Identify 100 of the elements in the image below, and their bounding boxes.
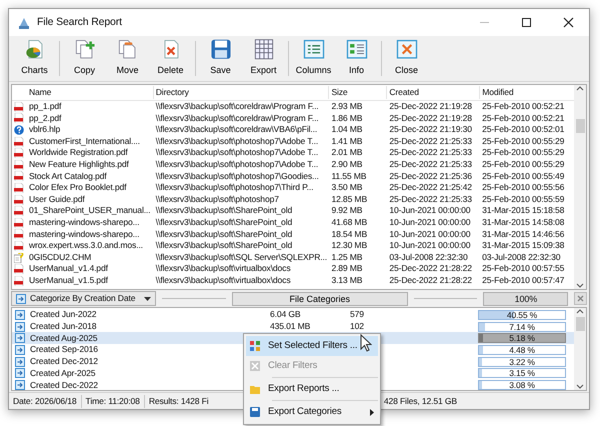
toolbar-button[interactable]: Columns <box>292 38 335 79</box>
pdf-icon <box>14 102 24 112</box>
count-cell-text: 102 <box>350 320 365 333</box>
pdf-icon <box>14 276 24 286</box>
close-icon <box>577 295 584 302</box>
category-label: Created Jun-2018 <box>29 320 98 333</box>
maximize-icon[interactable] <box>520 17 532 28</box>
modified-cell-text: 25-Feb-2010 00:55:29 <box>481 158 566 171</box>
toolbar-button[interactable]: Charts <box>13 38 56 79</box>
size-cell-text: 1.25 MB <box>330 252 364 264</box>
column-header[interactable]: Created <box>387 86 480 99</box>
size-cell-text: 1.86 MB <box>330 112 364 124</box>
category-label: Created Dec-2012 <box>29 355 99 368</box>
category-icon <box>15 368 25 378</box>
created-cell-text: 25-Dec-2022 21:25:33 <box>388 158 473 171</box>
column-header[interactable]: Name <box>26 86 154 99</box>
modified-cell-text: 03-Jul-2008 22:32:30 <box>481 252 562 264</box>
file-name: Color Efex Pro Booklet.pdf <box>28 182 128 194</box>
size-cell-text: 9.92 MB <box>330 205 364 217</box>
created-cell-text: 25-Dec-2022 21:28:22 <box>388 274 473 286</box>
file-name: Stock Art Catalog.pdf <box>28 170 108 182</box>
scroll-down-icon[interactable] <box>576 283 584 289</box>
directory-cell-text: \\flexsrv3\backup\soft\photoshop7\Adobe T... <box>154 158 320 171</box>
toolbar-button[interactable]: Info <box>335 38 378 79</box>
file-name: 01_SharePoint_USER_manual... <box>28 205 152 217</box>
pdf-icon <box>14 148 24 158</box>
menu-item[interactable]: Export Categories <box>246 402 378 422</box>
scroll-down-icon[interactable] <box>576 384 584 390</box>
toolbar-button[interactable]: Copy <box>63 38 106 79</box>
menu-item[interactable]: Export Reports ... <box>246 379 378 399</box>
modified-cell-text: 31-Mar-2015 14:58:08 <box>481 216 566 229</box>
size-cell-text: 435.01 MB <box>270 320 312 333</box>
toolbar-button[interactable]: Delete <box>149 38 192 79</box>
file-name: CustomerFirst_International.... <box>28 136 141 148</box>
close-button[interactable] <box>574 292 588 305</box>
percent-bar: 7.14 % <box>478 322 566 332</box>
scroll-up-icon[interactable] <box>576 85 584 91</box>
toolbar-button[interactable]: Close <box>385 38 428 79</box>
file-name: User Guide.pdf <box>28 194 86 206</box>
size-cell-text: 1.04 MB <box>330 124 364 136</box>
category-label: Created Jun-2022 <box>29 308 98 322</box>
scrollbar-thumb[interactable] <box>576 119 584 133</box>
toolbar-button[interactable]: Export <box>242 38 285 79</box>
column-header[interactable]: Directory <box>154 86 330 99</box>
directory-cell-text: \\flexsrv3\backup\soft\SharePoint_old <box>154 216 294 229</box>
modified-cell-text: 25-Feb-2010 00:55:59 <box>481 194 566 206</box>
pdf-icon <box>14 229 24 240</box>
category-dropdown[interactable]: Categorize By Creation Date <box>11 291 156 306</box>
size-cell-text: 3.13 MB <box>330 274 364 286</box>
created-cell-text: 25-Dec-2022 21:25:33 <box>388 194 473 206</box>
modified-cell-text: 31-Mar-2015 15:18:58 <box>481 205 566 217</box>
pdf-icon <box>14 264 24 274</box>
menu-item[interactable]: Set Selected Filters ... <box>246 336 378 356</box>
scroll-up-icon[interactable] <box>576 308 584 314</box>
created-cell-text: 03-Jul-2008 22:32:30 <box>388 252 469 264</box>
percent-bar: 5.18 % <box>478 333 566 344</box>
help-icon <box>14 124 24 135</box>
modified-cell-text: 25-Feb-2010 00:55:29 <box>481 147 566 159</box>
category-label: Created Dec-2022 <box>29 378 99 390</box>
pdf-icon <box>14 136 24 147</box>
pdf-icon <box>14 160 24 170</box>
created-cell-text: 10-Jun-2021 00:00:00 <box>388 205 472 217</box>
status-text: Date: 2026/06/18 <box>9 394 82 408</box>
document-icon <box>14 252 24 263</box>
toolbar-button[interactable]: Save <box>199 38 242 79</box>
category-icon <box>15 310 25 320</box>
pdf-icon <box>14 240 24 251</box>
close-icon[interactable] <box>562 17 574 28</box>
status-text: Time: 11:20:08 <box>82 394 145 408</box>
category-label: Created Aug-2025 <box>29 332 98 345</box>
toolbar-button[interactable]: Move <box>106 38 149 79</box>
scrollbar-thumb[interactable] <box>576 317 584 331</box>
directory-cell-text: \\flexsrv3\backup\soft\virtualbox\docs <box>154 263 292 275</box>
size-cell-text: 12.85 MB <box>330 194 368 206</box>
modified-cell-text: 25-Feb-2010 00:52:01 <box>481 124 566 136</box>
category-label: Created Apr-2025 <box>29 366 96 380</box>
mouse-cursor-icon <box>360 334 372 352</box>
app-icon <box>17 16 31 30</box>
file-name: pp_2.pdf <box>28 112 62 124</box>
size-cell-text: 41.68 MB <box>330 216 368 229</box>
pdf-icon <box>14 218 24 228</box>
created-cell-text: 25-Dec-2022 21:19:28 <box>388 112 473 124</box>
file-name: pp_1.pdf <box>28 101 62 113</box>
file-categories-button[interactable]: File Categories <box>232 292 408 306</box>
column-header[interactable]: Size <box>329 86 388 99</box>
modified-cell-text: 25-Feb-2010 00:55:56 <box>481 182 566 194</box>
size-cell-text: 2.01 MB <box>330 147 364 159</box>
directory-cell-text: \\flexsrv3\backup\soft\photoshop7\Third P... <box>154 182 314 194</box>
pdf-icon <box>14 171 24 182</box>
directory-cell-text: \\flexsrv3\backup\soft\photoshop7\Adobe T... <box>154 147 320 159</box>
column-header[interactable]: Modified <box>480 86 574 99</box>
created-cell-text: 25-Dec-2022 21:25:36 <box>388 170 473 182</box>
size-cell-text: 2.90 MB <box>330 158 364 171</box>
percent-bar: 3.15 % <box>478 368 566 378</box>
size-cell-text: 2.89 MB <box>330 263 364 275</box>
pdf-icon <box>14 182 24 193</box>
file-name: UserManual_v1.4.pdf <box>28 263 109 275</box>
directory-cell-text: \\flexsrv3\backup\soft\photoshop7 <box>154 194 280 206</box>
modified-cell-text: 25-Feb-2010 00:52:21 <box>481 101 566 113</box>
created-cell-text: 25-Dec-2022 21:25:33 <box>388 136 473 148</box>
